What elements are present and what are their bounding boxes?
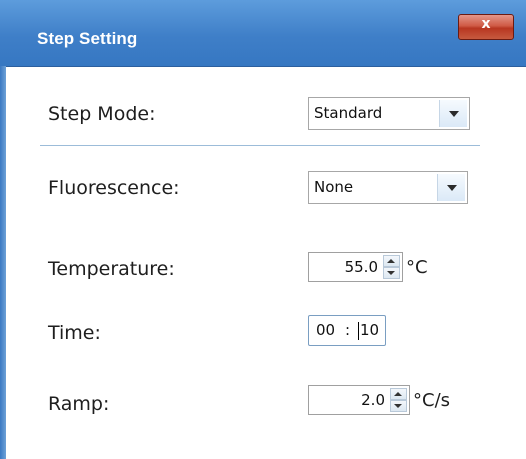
time-separator: : [345,321,351,339]
close-icon: x [481,16,491,32]
ramp-value: 2.0 [361,391,385,409]
window-frame-left [0,66,6,459]
time-minutes[interactable]: 00 [316,321,335,339]
text-caret [358,322,359,340]
spin-up-icon[interactable] [383,255,400,267]
close-button[interactable]: x [458,14,514,40]
chevron-down-icon[interactable] [439,100,467,127]
section-divider [40,145,480,146]
chevron-down-icon[interactable] [437,174,465,201]
time-seconds[interactable]: 10 [360,321,379,339]
fluorescence-select[interactable]: None [308,171,468,204]
time-label: Time: [48,322,101,344]
title-bar[interactable]: Step Setting x [0,0,526,67]
spin-down-icon[interactable] [383,267,400,279]
temperature-unit: °C [406,257,428,278]
fluorescence-label: Fluorescence: [48,177,180,199]
step-mode-value: Standard [314,104,383,122]
ramp-label: Ramp: [48,393,110,415]
step-mode-select[interactable]: Standard [308,97,470,130]
ramp-unit: °C/s [413,390,451,411]
step-setting-dialog: Step Setting x Step Mode: Standard Fluor… [0,0,526,459]
temperature-label: Temperature: [48,258,175,280]
dialog-title: Step Setting [37,29,138,48]
fluorescence-value: None [314,178,354,196]
spin-up-icon[interactable] [390,388,407,400]
time-input[interactable]: 00 : 10 [308,315,386,346]
ramp-spinner[interactable]: 2.0 [308,385,410,415]
spin-down-icon[interactable] [390,400,407,412]
step-mode-label: Step Mode: [48,103,156,125]
temperature-spinner[interactable]: 55.0 [308,252,403,282]
temperature-value: 55.0 [344,258,378,276]
